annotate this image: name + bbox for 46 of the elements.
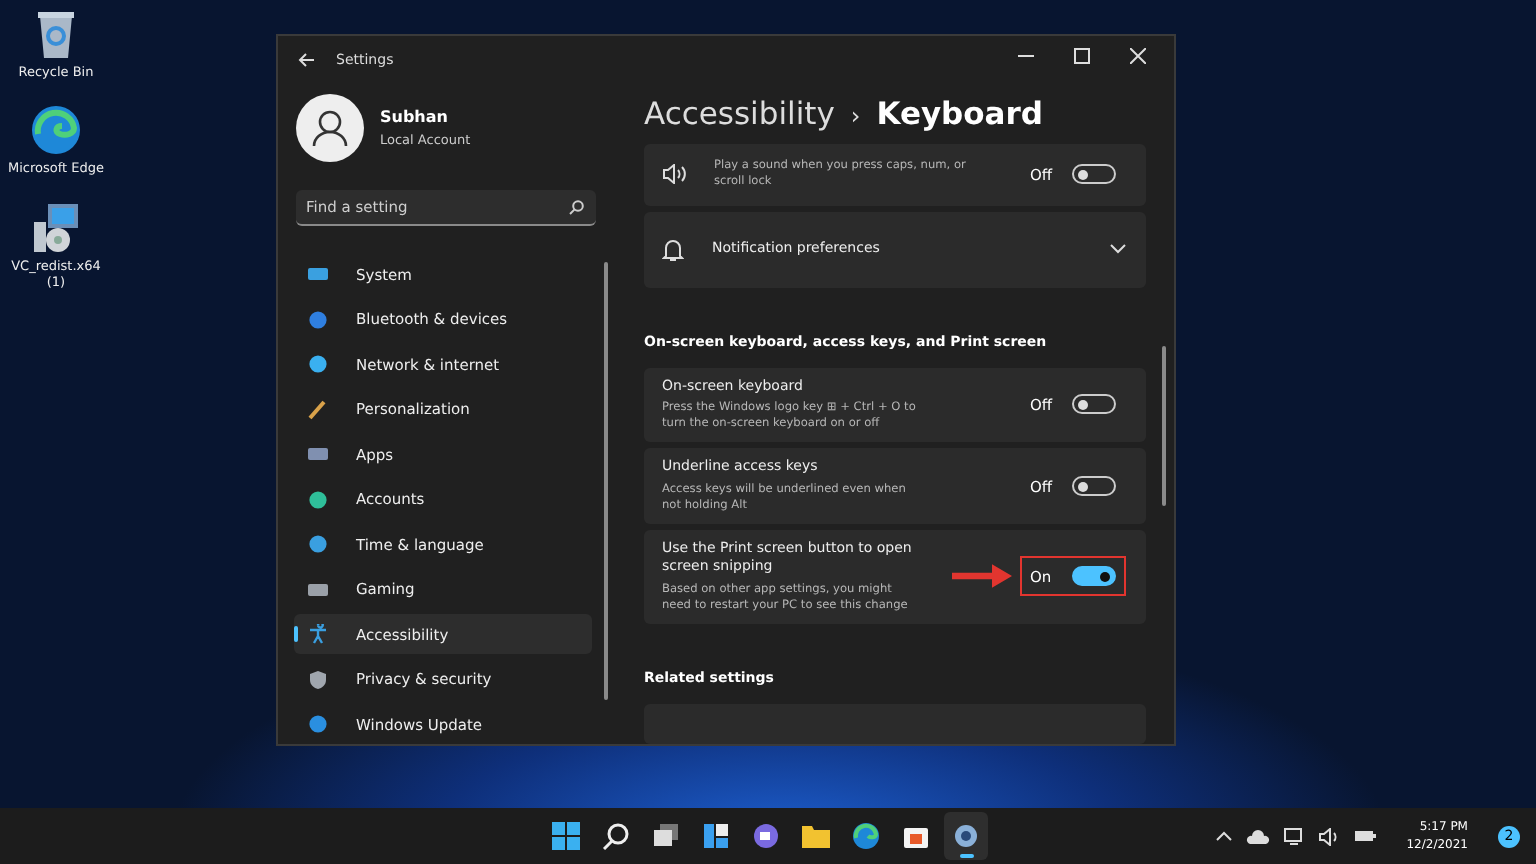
- display-icon[interactable]: [1284, 826, 1305, 846]
- app-icon: [552, 822, 580, 850]
- category-icon: [308, 399, 328, 419]
- category-icon: [308, 579, 328, 599]
- breadcrumb-parent[interactable]: Accessibility: [644, 95, 835, 132]
- pointer-arrow-icon: [952, 564, 1012, 589]
- category-icon: [308, 534, 328, 554]
- avatar-icon: [296, 94, 364, 162]
- category-icon: [308, 669, 328, 689]
- app-icon: [952, 822, 980, 850]
- category-icon: [308, 264, 328, 284]
- page-title: Keyboard: [876, 95, 1044, 132]
- toggle-switch[interactable]: [1072, 394, 1116, 415]
- app-icon: [752, 822, 780, 850]
- category-icon: [308, 624, 328, 644]
- category-icon: [308, 489, 328, 509]
- app-icon: [852, 822, 880, 850]
- search-icon[interactable]: [568, 200, 584, 216]
- recycle-bin-icon[interactable]: [34, 8, 78, 60]
- app-icon: [802, 822, 830, 850]
- app-icon: [702, 822, 730, 850]
- installer-icon[interactable]: [30, 201, 82, 254]
- app-icon: [602, 822, 630, 850]
- cloud-icon[interactable]: [1246, 828, 1271, 844]
- chevron-down-icon[interactable]: [1110, 244, 1126, 255]
- back-arrow-icon[interactable]: [298, 52, 316, 68]
- category-icon: [308, 714, 328, 734]
- speaker-icon[interactable]: [1318, 827, 1341, 845]
- toggle-switch[interactable]: [1072, 566, 1116, 587]
- app-icon: [902, 822, 930, 850]
- user-name: Subhan: [380, 108, 450, 126]
- app-icon: [652, 822, 680, 850]
- bell-icon: [662, 237, 684, 262]
- category-icon: [308, 309, 328, 329]
- category-icon: [308, 354, 328, 374]
- maximize-icon[interactable]: [1074, 47, 1090, 64]
- chevron-up-icon[interactable]: [1216, 830, 1233, 842]
- close-icon[interactable]: [1130, 47, 1146, 64]
- battery-icon[interactable]: [1354, 828, 1377, 844]
- speaker-icon: [662, 164, 686, 185]
- toggle-switch[interactable]: [1072, 164, 1116, 185]
- toggle-switch[interactable]: [1072, 476, 1116, 497]
- browser-icon[interactable]: [30, 104, 82, 157]
- breadcrumb-separator: ›: [850, 101, 861, 130]
- taskbar-app[interactable]: [944, 812, 988, 860]
- category-icon: [308, 444, 328, 464]
